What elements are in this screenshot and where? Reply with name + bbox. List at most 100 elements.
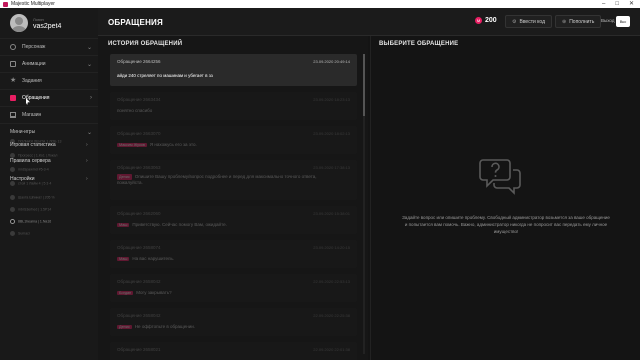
animation-icon — [10, 61, 16, 67]
sidebar-item-animations[interactable]: Анимации ⌄ — [0, 55, 98, 72]
close-icon[interactable]: ✕ — [629, 0, 634, 8]
admin-tag: Денис — [117, 325, 132, 329]
ghost-row: 8BL1hearna | 1.Na16 — [10, 219, 51, 224]
ghost-row: Шахта Шпинат | 205 % — [10, 195, 55, 200]
sidebar-item-label: Анимации — [22, 61, 46, 67]
chevron-right-icon: › — [86, 142, 88, 148]
username: vas2pet4 — [33, 22, 62, 30]
ticket-message: айди 240 стреляет по машинам и убегает в… — [117, 73, 213, 78]
minimize-icon[interactable]: – — [602, 0, 605, 8]
admin-tag: Маш — [117, 257, 130, 261]
sidebar-item-shop[interactable]: Магазин — [0, 106, 98, 123]
sidebar-item-label: Персонаж — [22, 44, 46, 50]
sidebar-item-label: Магазин — [22, 112, 42, 118]
gear-icon: ⚙ — [512, 18, 517, 25]
balance: M 200 — [475, 17, 497, 24]
chevron-down-icon: ⌄ — [86, 129, 92, 136]
sidebar: Логин vas2pet4 Персонаж ⌄ Анимации ⌄ ★ З… — [0, 8, 98, 360]
shop-icon — [10, 112, 16, 118]
profile-pre-label: Логин — [33, 16, 44, 22]
ticket-card[interactable]: Обращение 2662060 23.09.2020 15:38:01 Ма… — [110, 206, 357, 234]
sidebar-item-quests[interactable]: ★ Задания — [0, 72, 98, 89]
chevron-down-icon: ⌄ — [86, 44, 92, 51]
coin-icon: M — [475, 17, 482, 24]
ticket-message: Денис Опишите Вашу проблему/вопрос подроб… — [117, 174, 317, 185]
toggle-button[interactable]: Вкс — [616, 16, 630, 27]
appeal-icon — [10, 95, 16, 101]
ticket-date: 22.09.2020 22:53:13 — [313, 279, 350, 284]
topup-button[interactable]: ⊕ Пополнить — [555, 15, 602, 28]
ticket-number: Обращение 2658021 — [117, 347, 161, 352]
maximize-icon[interactable]: □ — [615, 0, 619, 8]
ticket-detail-panel: ВЫБЕРИТЕ ОБРАЩЕНИЕ Задайте вопрос или оп… — [370, 36, 640, 360]
ticket-card[interactable]: Обращение 2658074 23.09.2020 14:20:15 Ма… — [110, 240, 357, 268]
ticket-message: Богдан Могу закрывать? — [117, 290, 172, 295]
sidebar-item-character[interactable]: Персонаж ⌄ — [0, 38, 98, 55]
ticket-message: Максим Жуков Я нахожусь его за это. — [117, 142, 197, 147]
ticket-list: Обращение 2664256 23.09.2020 20:49:14 ай… — [110, 54, 357, 360]
ticket-date: 23.09.2020 18:02:13 — [313, 131, 350, 136]
plus-circle-icon: ⊕ — [562, 18, 567, 25]
ticket-date: 23.09.2020 20:49:14 — [313, 59, 350, 64]
ticket-number: Обращение 2658042 — [117, 313, 161, 318]
history-panel: ИСТОРИЯ ОБРАЩЕНИЙ Обращение 2664256 23.0… — [98, 36, 368, 360]
ticket-card[interactable]: Обращение 2658042 22.09.2020 22:53:13 Бо… — [110, 274, 357, 302]
ticket-number: Обращение 2663070 — [117, 131, 161, 136]
ticket-number: Обращение 2663434 — [117, 97, 161, 102]
sidebar-item-server-rules[interactable]: Правила сервера › — [10, 158, 88, 164]
scrollbar-thumb[interactable] — [363, 54, 365, 116]
sidebar-item-label: Мини-игры — [10, 129, 36, 135]
ghost-row: mrdSpawmd #5-3-4 — [10, 167, 49, 172]
chevron-right-icon: › — [86, 176, 88, 182]
sidebar-nav: Персонаж ⌄ Анимации ⌄ ★ Задания Обращени… — [0, 38, 98, 140]
ticket-message: Денис Не оффтопьте в обращении. — [117, 324, 195, 329]
admin-tag: Максим Жуков — [117, 143, 147, 147]
chevron-right-icon: › — [86, 158, 88, 164]
ticket-date: 22.09.2020 22:25:38 — [313, 313, 350, 318]
chat-question-icon — [479, 159, 521, 195]
ticket-message: понятно спасибо — [117, 108, 153, 113]
window-title: Majestic Multiplayer — [11, 1, 55, 7]
sidebar-item-appeals[interactable]: Обращения › — [0, 89, 98, 106]
admin-tag: Маш — [117, 223, 130, 227]
sidebar-item-minigames[interactable]: Мини-игры ⌄ — [0, 123, 98, 140]
ticket-number: Обращение 2664256 — [117, 59, 161, 64]
avatar — [10, 14, 28, 32]
picker-hint: Задайте вопрос или опишите проблему. Сво… — [402, 215, 610, 234]
ticket-number: Обращение 2658042 — [117, 279, 161, 284]
star-icon: ★ — [10, 77, 17, 84]
ticket-number: Обращение 2658074 — [117, 245, 161, 250]
sidebar-item-game-stats[interactable]: Игровая статистика › — [10, 142, 88, 148]
balance-value: 200 — [485, 17, 497, 24]
profile[interactable]: Логин vas2pet4 — [10, 14, 61, 32]
app-icon — [3, 1, 8, 7]
ticket-message: Маш Приветствую. Сейчас помогу Вам, ожида… — [117, 222, 227, 227]
history-title: ИСТОРИЯ ОБРАЩЕНИЙ — [108, 41, 183, 47]
ticket-card[interactable]: Обращение 2658021 22.09.2020 22:01:38 — [110, 342, 357, 360]
window-titlebar: Majestic Multiplayer – □ ✕ — [0, 0, 640, 8]
ticket-card[interactable]: Обращение 2658042 22.09.2020 22:25:38 Де… — [110, 308, 357, 336]
user-icon — [10, 44, 16, 50]
admin-tag: Богдан — [117, 291, 134, 295]
ticket-date: 23.09.2020 17:38:13 — [313, 165, 350, 170]
ticket-card[interactable]: Обращение 2663063 23.09.2020 17:38:13 Де… — [110, 160, 357, 200]
chevron-right-icon: › — [90, 95, 92, 101]
ticket-number: Обращение 2663063 — [117, 165, 161, 170]
ticket-message: Маш На вас нарушитель. — [117, 256, 175, 261]
chevron-down-icon: ⌄ — [86, 61, 92, 68]
window-controls: – □ ✕ — [602, 0, 640, 8]
ticket-number: Обращение 2662060 — [117, 211, 161, 216]
ticket-date: 23.09.2020 15:38:01 — [313, 211, 350, 216]
ticket-card[interactable]: Обращение 2663070 23.09.2020 18:02:13 Ма… — [110, 126, 357, 154]
ghost-row: Sumaci — [10, 231, 30, 236]
ticket-card[interactable]: Обращение 2664256 23.09.2020 20:49:14 ай… — [110, 54, 357, 86]
ticket-card[interactable]: Обращение 2663434 23.09.2020 18:23:13 по… — [110, 92, 357, 120]
ticket-date: 23.09.2020 14:20:15 — [313, 245, 350, 250]
header: ОБРАЩЕНИЯ M 200 ⚙ Ввести код ⊕ Пополнить… — [98, 8, 640, 36]
sidebar-item-settings[interactable]: Настройки › — [10, 176, 88, 182]
ticket-date: 23.09.2020 18:23:13 — [313, 97, 350, 102]
redeem-code-button[interactable]: ⚙ Ввести код — [505, 15, 553, 28]
picker-title: ВЫБЕРИТЕ ОБРАЩЕНИЕ — [379, 41, 459, 47]
page-title: ОБРАЩЕНИЯ — [108, 18, 163, 27]
logout-label[interactable]: Выход — [601, 18, 614, 23]
